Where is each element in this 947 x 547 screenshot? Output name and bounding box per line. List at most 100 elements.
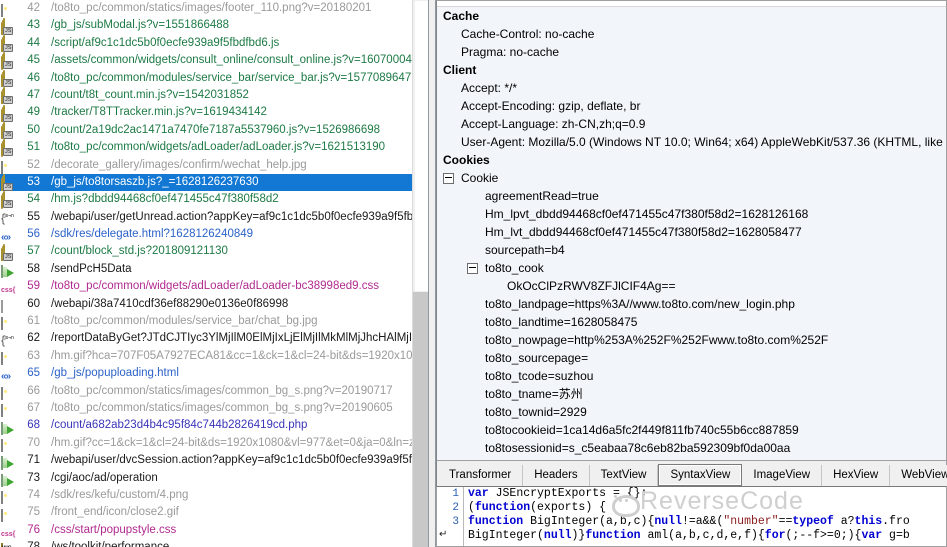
session-row[interactable]: 46/to8to_pc/common/modules/service_bar/s… (0, 70, 428, 87)
session-row[interactable]: 74/sdk/res/kefu/custom/4.png (0, 487, 428, 505)
session-row[interactable]: 56/sdk/res/delegate.html?1628126240849 (0, 226, 428, 243)
session-row[interactable]: 47/count/t8t_count.min.js?v=1542031852 (0, 87, 428, 105)
header-entry: to8tosessionid=s_c5eabaa78c6eb82ba592309… (485, 441, 791, 455)
session-row[interactable]: 67/to8to_pc/common/statics/images/common… (0, 400, 428, 418)
session-id: 50 (27, 123, 40, 136)
session-id: 59 (27, 280, 40, 293)
header-entry: to8to_landpage=https%3A//www.to8to.com/n… (485, 297, 795, 311)
session-row[interactable]: 73/cgi/aoc/ad/operation (0, 470, 428, 487)
session-row[interactable]: 45/assets/common/widgets/consult_online/… (0, 52, 428, 70)
tab-textview[interactable]: TextView (589, 465, 659, 486)
pane-splitter[interactable] (428, 0, 436, 547)
session-url: /to8to_pc/common/modules/service_bar/cha… (51, 315, 318, 328)
code-line[interactable]: function BigInteger(a,b,c){null!=a&&("nu… (468, 515, 946, 529)
session-row[interactable]: 58/sendPcH5Data (0, 261, 428, 279)
code-line[interactable]: BigInteger(null)}function aml(a,b,c,d,e,… (468, 529, 946, 543)
header-entry: Accept: */* (461, 81, 518, 95)
session-row[interactable]: 55/webapi/user/getUnread.action?appKey=a… (0, 209, 428, 226)
session-url: /gb_js/to8torsaszb.js?_=1628126237630 (51, 175, 259, 188)
scrollbar-thumb[interactable] (414, 0, 428, 292)
tab-imageview[interactable]: ImageView (742, 465, 823, 486)
session-row[interactable]: 50/count/2a19dc2ac1471a7470fe7187a553796… (0, 122, 428, 140)
session-url: /webapi/user/getUnread.action?appKey=af9… (51, 210, 428, 223)
session-id: 56 (27, 228, 40, 241)
session-url: /to8to_pc/common/widgets/adLoader/adLoad… (51, 280, 379, 293)
session-row[interactable]: 53/gb_js/to8torsaszb.js?_=1628126237630 (0, 173, 428, 192)
header-entry[interactable]: to8to_cook (437, 259, 946, 277)
session-url: /script/af9c1c1dc5b0f0ecfe939a9f5fbdfbd6… (51, 36, 280, 49)
headers-list[interactable]: Cache Cache-Control: no-cache Pragma: no-c… (437, 7, 946, 460)
session-row[interactable]: 78/ws/toolkit/performance (0, 539, 428, 547)
session-url: /hm.gif?hca=707F05A7927ECA81&cc=1&ck=1&c… (51, 349, 428, 362)
session-list-scrollbar[interactable] (412, 0, 428, 547)
session-row[interactable]: 65/gb_js/popuploading.html (0, 365, 428, 382)
json-icon (1, 211, 16, 224)
session-row[interactable]: 60/webapi/38a7410cdf36ef88290e0136e0f869… (0, 296, 428, 314)
tab-hexview[interactable]: HexView (822, 465, 891, 486)
session-row[interactable]: 70/hm.gif?cc=1&ck=1&cl=24-bit&ds=1920x10… (0, 435, 428, 453)
session-row[interactable]: 49/tracker/T8TTracker.min.js?v=161943414… (0, 104, 428, 122)
session-url: /assets/common/widgets/consult_online/co… (51, 54, 425, 67)
session-id: 65 (27, 367, 40, 380)
session-row[interactable]: 61/to8to_pc/common/modules/service_bar/c… (0, 313, 428, 331)
session-url: /gb_js/subModal.js?v=1551866488 (51, 19, 230, 32)
session-row[interactable]: 76/css/start/popupstyle.css (0, 522, 428, 539)
session-url: /hm.gif?cc=1&ck=1&cl=24-bit&ds=1920x1080… (51, 436, 428, 449)
session-url: /hm.js?dbdd94468cf0ef471455c47f380f58d2 (51, 193, 279, 206)
js-file-icon (1, 20, 16, 35)
session-id: 44 (27, 36, 40, 49)
session-id: 42 (27, 2, 40, 14)
header-entry: to8to_tname=苏州 (485, 387, 583, 401)
session-url: /to8to_pc/common/statics/images/common_b… (51, 401, 393, 414)
json-icon (1, 333, 16, 346)
collapse-expander-icon[interactable] (443, 172, 454, 184)
tab-headers[interactable]: Headers (523, 465, 590, 486)
collapse-expander-icon[interactable] (467, 262, 478, 274)
session-row[interactable]: 51/to8to_pc/common/widgets/adLoader/adLo… (0, 139, 428, 157)
header-entry[interactable]: Cookie (437, 169, 946, 187)
session-row[interactable]: 57/count/block_std.js?201809121130 (0, 243, 428, 261)
code-line[interactable]: var JSEncryptExports = {}; (468, 487, 946, 501)
session-row[interactable]: 71/webapi/user/dvcSession.action?appKey=… (0, 452, 428, 470)
session-row[interactable]: 52/decorate_gallery/images/confirm/wecha… (0, 157, 428, 174)
header-entry: Hm_lpvt_dbdd94468cf0ef471455c47f380f58d2… (485, 207, 809, 221)
session-list[interactable]: 42/to8to_pc/common/statics/images/footer… (0, 0, 428, 547)
session-row[interactable]: 63/hm.gif?hca=707F05A7927ECA81&cc=1&ck=1… (0, 348, 428, 366)
session-row[interactable]: 62/reportDataByGet?JTdCJTIyc3YlMjIlM0ElM… (0, 330, 428, 347)
line-number: 2 (452, 502, 459, 514)
js-file-icon (1, 37, 16, 53)
session-url: /sdk/res/kefu/custom/4.png (51, 488, 189, 501)
js-file-icon (1, 193, 16, 209)
session-url: /to8to_pc/common/statics/images/common_b… (51, 384, 393, 397)
scrollbar-track[interactable] (413, 292, 428, 547)
session-row[interactable]: 43/gb_js/subModal.js?v=1551866488 (0, 17, 428, 35)
inspector-tab-strip[interactable]: Transformer Headers TextView SyntaxView Imag… (436, 461, 947, 486)
image-icon (1, 315, 16, 331)
session-row[interactable]: 59/to8to_pc/common/widgets/adLoader/adLo… (0, 278, 428, 295)
code-content[interactable]: var JSEncryptExports = {}; (function(expo… (468, 487, 946, 546)
session-id: 66 (27, 384, 40, 397)
headers-inspector[interactable]: Cache Cache-Control: no-cache Pragma: no-c… (436, 0, 947, 461)
syntax-view-editor[interactable]: 1 2 3 ↵ var JSEncryptExports = {}; (function… (436, 486, 947, 547)
session-row[interactable]: 44/script/af9c1c1dc5b0f0ecfe939a9f5fbdfb… (0, 35, 428, 53)
js-file-icon (1, 54, 16, 70)
session-row[interactable]: 42/to8to_pc/common/statics/images/footer… (0, 0, 428, 18)
code-line[interactable]: (function(exports) { (468, 501, 946, 515)
session-id: 57 (27, 245, 40, 258)
session-id: 51 (27, 141, 40, 154)
code-line-number-gutter: 1 2 3 ↵ (437, 487, 464, 546)
tab-syntaxview[interactable]: SyntaxView (658, 464, 743, 486)
session-id: 54 (27, 193, 40, 206)
session-row[interactable]: 66/to8to_pc/common/statics/images/common… (0, 383, 428, 400)
tab-transformer[interactable]: Transformer (438, 465, 524, 486)
header-entry: to8to_tcode=suzhou (485, 369, 594, 383)
header-group-title: Cookies (443, 153, 490, 167)
session-row[interactable]: 68/count/a682ab23d4b4c95f84c744b2826419c… (0, 417, 428, 435)
ws-icon (1, 541, 16, 547)
session-row[interactable]: 75/front_end/icon/close2.gif (0, 504, 428, 522)
session-row[interactable]: 54/hm.js?dbdd94468cf0ef471455c47f380f58d… (0, 191, 428, 209)
tab-webview[interactable]: WebView (890, 465, 947, 486)
session-id: 75 (27, 506, 40, 519)
session-id: 52 (27, 158, 40, 171)
word-wrap-icon: ↵ (439, 530, 448, 541)
